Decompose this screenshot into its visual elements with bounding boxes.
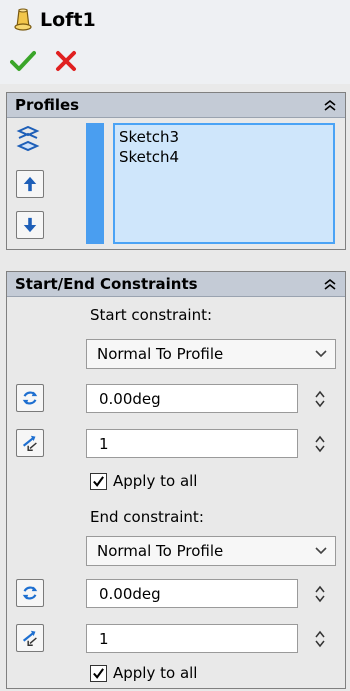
start-apply-all-checkbox[interactable] <box>90 472 107 490</box>
end-constraint-label: End constraint: <box>90 508 204 526</box>
profiles-list[interactable]: Sketch3 Sketch4 <box>113 123 335 244</box>
start-constraint-value: Normal To Profile <box>97 345 224 363</box>
loft-feature-icon <box>14 8 32 31</box>
tangent-length-icon <box>22 630 37 646</box>
direction-angle-icon <box>22 391 38 405</box>
cancel-x-icon[interactable] <box>55 50 77 72</box>
end-angle-button[interactable] <box>16 579 44 607</box>
checkmark-icon <box>93 667 104 679</box>
spinner-icon <box>314 390 325 407</box>
end-angle-input[interactable]: 0.00deg <box>86 579 298 608</box>
chevron-down-icon <box>315 350 327 358</box>
end-constraint-value: Normal To Profile <box>97 542 224 560</box>
end-tangent-spinner[interactable] <box>303 624 336 653</box>
start-constraint-select[interactable]: Normal To Profile <box>86 339 336 369</box>
start-apply-all-row[interactable]: Apply to all <box>90 471 197 491</box>
start-constraint-label: Start constraint: <box>90 306 213 324</box>
end-angle-value: 0.00deg <box>99 584 161 603</box>
move-up-icon <box>23 176 37 192</box>
checkmark-icon <box>93 475 104 487</box>
spinner-icon <box>314 585 325 602</box>
end-tangent-length-button[interactable] <box>16 624 44 652</box>
start-tangent-spinner[interactable] <box>303 429 336 458</box>
move-down-button[interactable] <box>16 211 44 239</box>
list-item[interactable]: Sketch3 <box>119 127 329 147</box>
end-apply-all-label: Apply to all <box>113 664 198 682</box>
start-tangent-length-button[interactable] <box>16 429 44 457</box>
end-constraint-select[interactable]: Normal To Profile <box>86 536 336 566</box>
start-angle-button[interactable] <box>16 384 44 412</box>
spinner-icon <box>314 435 325 452</box>
tangent-length-icon <box>22 435 37 451</box>
start-angle-value: 0.00deg <box>99 389 161 408</box>
end-apply-all-checkbox[interactable] <box>90 664 107 682</box>
ok-check-icon[interactable] <box>10 50 36 72</box>
collapse-chevron-icon[interactable] <box>323 98 337 112</box>
start-tangent-length-value: 1 <box>99 434 109 453</box>
direction-angle-icon <box>22 586 38 600</box>
chevron-down-icon <box>315 547 327 555</box>
spinner-icon <box>314 630 325 647</box>
start-apply-all-label: Apply to all <box>113 472 198 490</box>
end-tangent-length-input[interactable]: 1 <box>86 624 298 653</box>
constraints-header[interactable]: Start/End Constraints <box>7 272 345 297</box>
constraints-title: Start/End Constraints <box>15 275 198 293</box>
constraints-panel: Start/End Constraints Start constraint: … <box>6 271 346 689</box>
profiles-header[interactable]: Profiles <box>7 93 345 118</box>
list-item[interactable]: Sketch4 <box>119 147 329 167</box>
selection-color-bar <box>86 123 104 244</box>
move-up-button[interactable] <box>16 170 44 198</box>
profiles-title: Profiles <box>15 96 80 114</box>
feature-title: Loft1 <box>40 9 96 31</box>
start-angle-spinner[interactable] <box>303 384 336 413</box>
end-angle-spinner[interactable] <box>303 579 336 608</box>
end-apply-all-row[interactable]: Apply to all <box>90 663 197 683</box>
end-tangent-length-value: 1 <box>99 629 109 648</box>
profiles-selector-icon <box>16 126 40 152</box>
move-down-icon <box>23 217 37 233</box>
collapse-chevron-icon[interactable] <box>323 277 337 291</box>
start-angle-input[interactable]: 0.00deg <box>86 384 298 413</box>
start-tangent-length-input[interactable]: 1 <box>86 429 298 458</box>
action-bar <box>0 40 350 84</box>
profiles-panel: Profiles Sketch3 Sketch4 <box>6 92 346 250</box>
property-manager-titlebar: Loft1 <box>0 0 350 40</box>
